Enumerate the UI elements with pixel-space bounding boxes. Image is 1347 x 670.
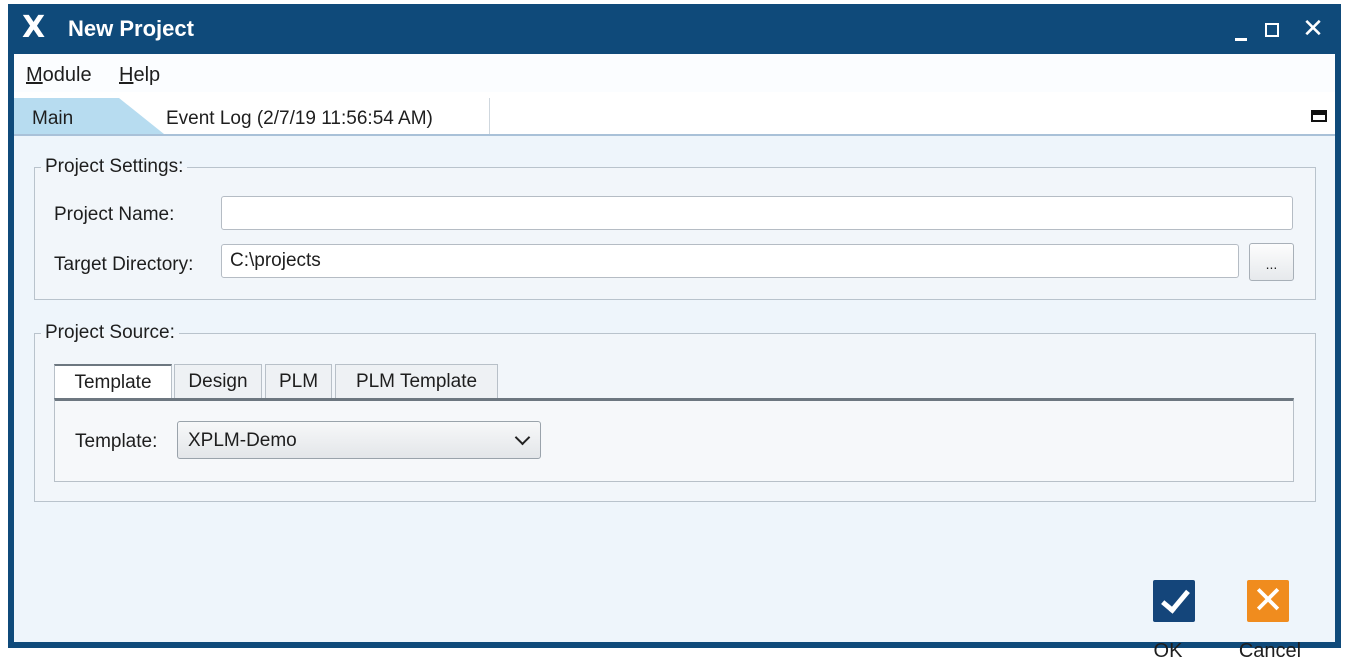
title-bar[interactable]: X New Project ✕ xyxy=(8,4,1341,54)
project-name-label: Project Name: xyxy=(54,204,175,225)
template-label: Template: xyxy=(75,431,158,452)
ok-label: OK xyxy=(1153,640,1183,662)
tab-main[interactable]: Main xyxy=(14,98,164,134)
menu-bar: Module Help xyxy=(14,54,1335,92)
tab-plm-template[interactable]: PLM Template xyxy=(335,364,498,398)
chevron-down-icon xyxy=(514,429,531,446)
project-name-input[interactable] xyxy=(221,196,1293,230)
project-source-legend: Project Source: xyxy=(45,322,175,343)
project-settings-legend: Project Settings: xyxy=(45,156,184,177)
new-project-window: X New Project ✕ Module Help Main Event L… xyxy=(8,4,1341,662)
close-button[interactable]: ✕ xyxy=(1298,14,1328,44)
cancel-label: Cancel xyxy=(1238,640,1302,662)
template-select-value: XPLM-Demo xyxy=(188,430,297,451)
browse-button[interactable]: ... xyxy=(1249,243,1294,281)
minimize-button[interactable] xyxy=(1227,14,1257,44)
ok-button[interactable]: OK xyxy=(1136,580,1216,670)
tab-main-label: Main xyxy=(32,108,74,129)
template-select[interactable]: XPLM-Demo xyxy=(177,421,541,459)
menu-module[interactable]: Module xyxy=(26,64,92,87)
maximize-button[interactable] xyxy=(1259,14,1289,44)
tab-event-log-label: Event Log (2/7/19 11:56:54 AM) xyxy=(166,108,433,129)
tab-template[interactable]: Template xyxy=(54,364,172,400)
tab-design[interactable]: Design xyxy=(174,364,262,398)
x-icon: ✕ xyxy=(1247,580,1289,622)
target-directory-label: Target Directory: xyxy=(54,254,194,275)
window-client-area: Module Help Main Event Log (2/7/19 11:56… xyxy=(14,54,1335,662)
tab-plm[interactable]: PLM xyxy=(265,364,332,398)
menu-help[interactable]: Help xyxy=(119,64,160,87)
window-title: New Project xyxy=(68,16,194,41)
panel-maximize-icon[interactable] xyxy=(1311,110,1327,122)
main-content: Project Settings: Project Name: Target D… xyxy=(14,136,1335,662)
tab-event-log[interactable]: Event Log (2/7/19 11:56:54 AM) xyxy=(164,98,490,134)
main-tab-strip: Main Event Log (2/7/19 11:56:54 AM) xyxy=(14,92,1335,136)
template-tab-panel: Template: XPLM-Demo xyxy=(54,398,1294,482)
app-logo-icon: X xyxy=(22,10,46,45)
cancel-button[interactable]: ✕ Cancel xyxy=(1230,580,1310,670)
target-directory-input[interactable] xyxy=(221,244,1239,278)
checkmark-icon xyxy=(1153,580,1195,622)
